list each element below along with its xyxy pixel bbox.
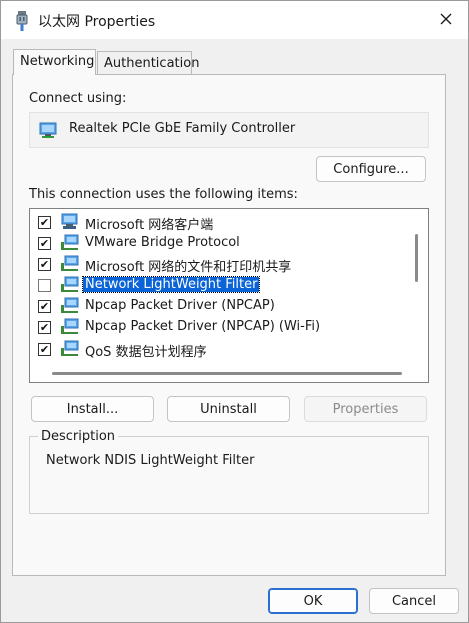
list-item[interactable]: ✔ Npcap Packet Driver (NPCAP) xyxy=(30,296,410,317)
item-label: Npcap Packet Driver (NPCAP) xyxy=(85,298,275,313)
install-button[interactable]: Install... xyxy=(31,396,154,422)
description-title: Description xyxy=(38,429,119,444)
list-item[interactable]: ✔ QoS 数据包计划程序 xyxy=(30,339,410,360)
item-label: Microsoft 网络的文件和打印机共享 xyxy=(85,260,292,275)
item-checkbox[interactable]: ✔ xyxy=(38,300,51,313)
network-filter-icon xyxy=(60,318,80,336)
item-checkbox[interactable]: ✔ xyxy=(38,237,51,250)
horizontal-scrollbar[interactable] xyxy=(52,372,402,375)
tab-authentication[interactable]: Authentication xyxy=(97,51,199,75)
item-checkbox[interactable]: ✔ xyxy=(38,321,51,334)
title-bar: 以太网 Properties xyxy=(1,1,468,39)
ok-button[interactable]: OK xyxy=(268,588,358,614)
network-filter-icon xyxy=(60,297,80,315)
item-checkbox[interactable]: ✔ xyxy=(38,343,51,356)
close-button[interactable] xyxy=(432,7,460,33)
network-protocol-icon xyxy=(60,234,80,252)
network-adapter-icon xyxy=(39,122,61,143)
description-group: Network NDIS LightWeight Filter xyxy=(29,436,429,514)
adapter-name: Realtek PCIe GbE Family Controller xyxy=(69,121,296,136)
network-client-icon xyxy=(60,213,80,231)
network-service-icon xyxy=(60,255,80,273)
connect-using-label: Connect using: xyxy=(29,91,127,106)
network-filter-icon xyxy=(60,276,80,294)
tab-networking[interactable]: Networking xyxy=(13,49,96,75)
list-item[interactable]: ✔ Microsoft 网络的文件和打印机共享 xyxy=(30,254,410,275)
items-label: This connection uses the following items… xyxy=(29,187,298,202)
item-label: Network LightWeight Filter xyxy=(81,276,261,293)
item-checkbox[interactable]: ✔ xyxy=(38,216,51,229)
items-list[interactable]: ✔ Microsoft 网络客户端 ✔ VMware Bridge Protoc… xyxy=(29,208,429,383)
properties-button[interactable]: Properties xyxy=(304,396,427,422)
item-label: QoS 数据包计划程序 xyxy=(85,345,207,360)
adapter-field: Realtek PCIe GbE Family Controller xyxy=(29,112,429,148)
list-item[interactable]: ✔ Microsoft 网络客户端 xyxy=(30,212,410,233)
item-label: VMware Bridge Protocol xyxy=(85,235,240,250)
item-checkbox[interactable] xyxy=(38,279,51,292)
item-checkbox[interactable]: ✔ xyxy=(38,258,51,271)
item-label: Npcap Packet Driver (NPCAP) (Wi-Fi) xyxy=(85,319,321,334)
list-item[interactable]: ✔ VMware Bridge Protocol xyxy=(30,233,410,254)
network-filter-icon xyxy=(60,340,80,358)
vertical-scrollbar[interactable] xyxy=(415,234,418,282)
uninstall-button[interactable]: Uninstall xyxy=(167,396,290,422)
network-cable-icon xyxy=(15,11,29,31)
description-text: Network NDIS LightWeight Filter xyxy=(46,453,255,468)
close-icon xyxy=(440,13,452,28)
configure-button[interactable]: Configure... xyxy=(316,156,426,182)
cancel-button[interactable]: Cancel xyxy=(369,588,459,614)
item-label: Microsoft 网络客户端 xyxy=(85,218,214,233)
list-item[interactable]: ✔ Npcap Packet Driver (NPCAP) (Wi-Fi) xyxy=(30,317,410,338)
list-item-selected[interactable]: Network LightWeight Filter xyxy=(30,275,410,296)
window-title: 以太网 Properties xyxy=(38,14,156,30)
properties-dialog: 以太网 Properties Networking Authentication… xyxy=(0,0,469,623)
